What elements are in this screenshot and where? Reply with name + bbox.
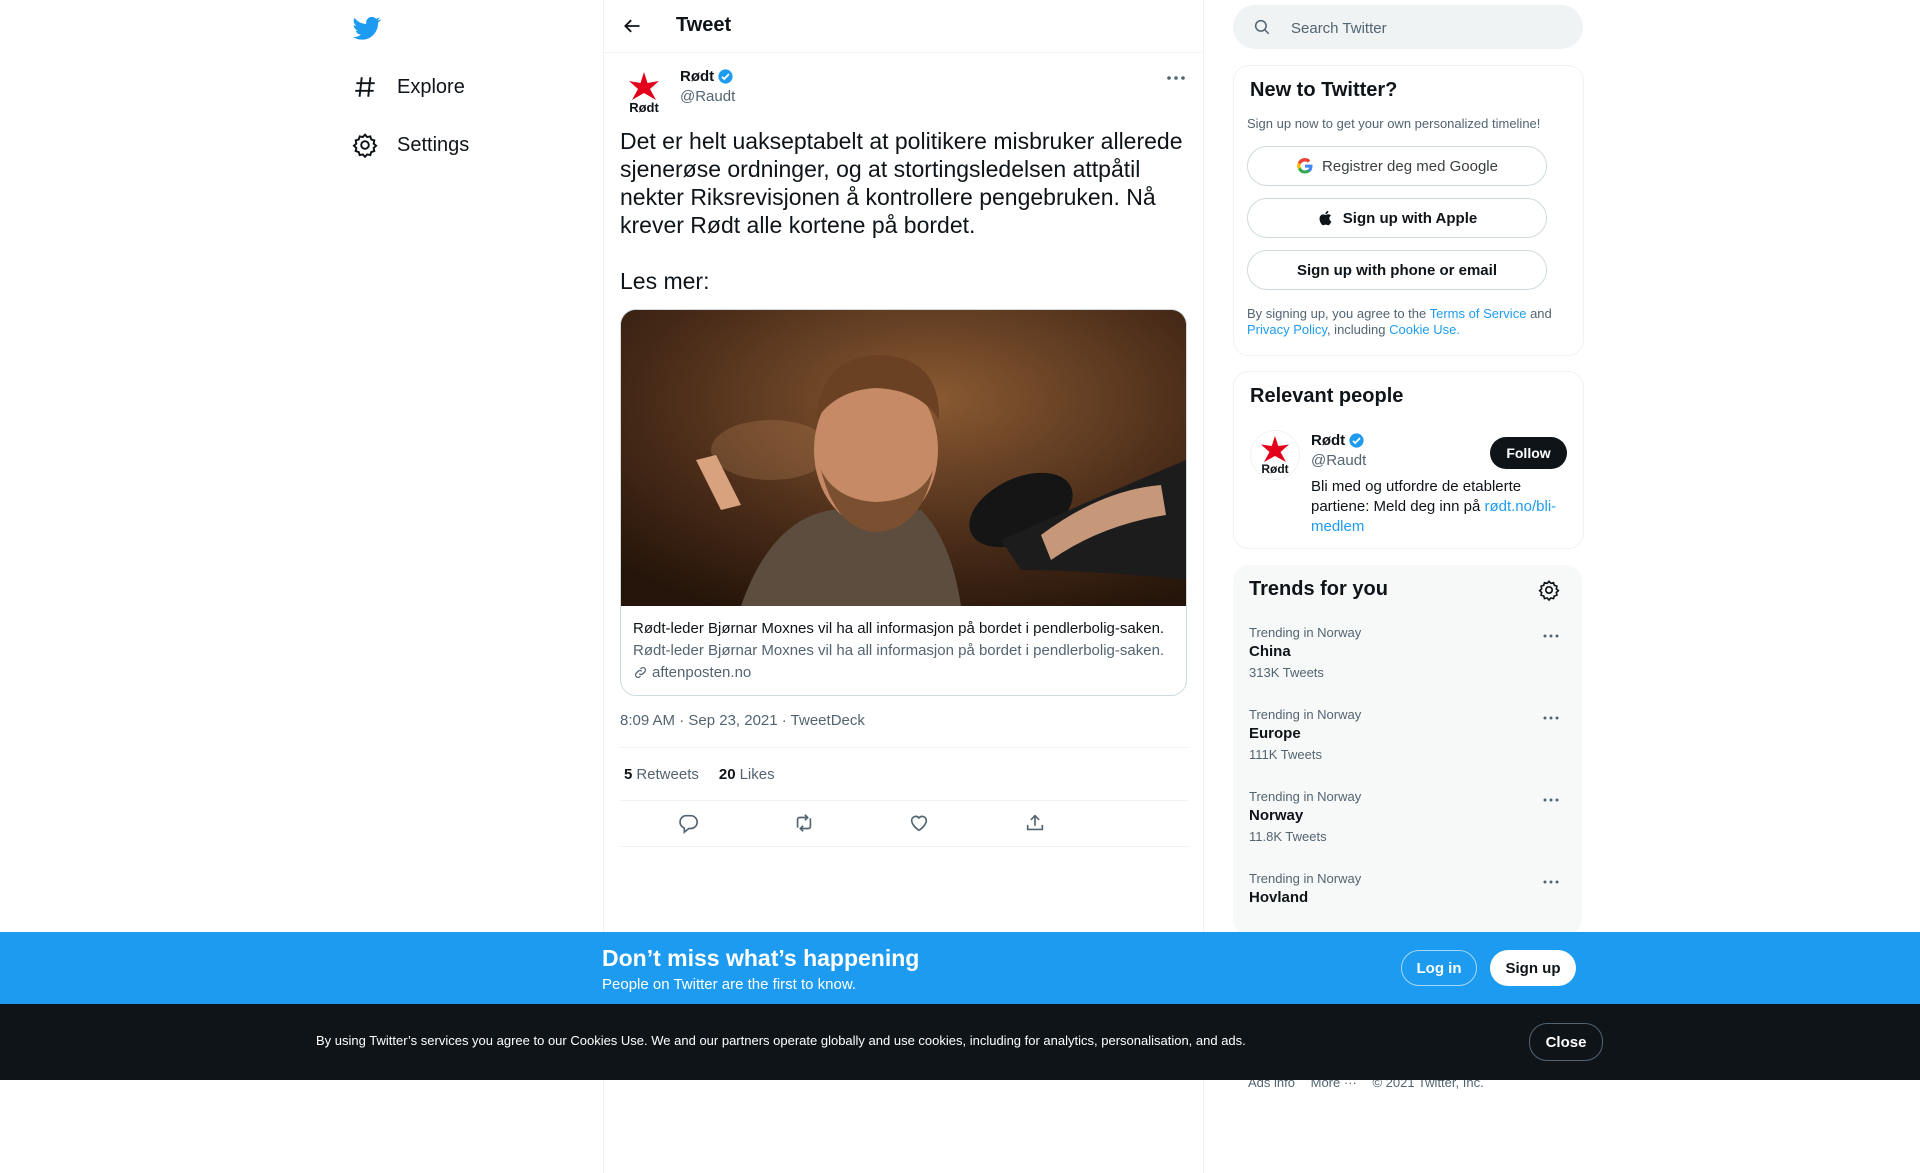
- trend-name: China: [1249, 643, 1291, 660]
- trends-settings-gear-icon[interactable]: [1538, 579, 1560, 601]
- search-box[interactable]: [1233, 5, 1583, 49]
- google-signup-label: Registrer deg med Google: [1322, 157, 1498, 175]
- share-icon[interactable]: [1024, 812, 1046, 834]
- retweets-label[interactable]: Retweets: [636, 766, 699, 783]
- new-to-twitter-panel: New to Twitter? Sign up now to get your …: [1233, 65, 1584, 356]
- author-name-text: Rødt: [680, 68, 715, 85]
- like-icon[interactable]: [908, 812, 930, 834]
- trend-context: Trending in Norway: [1249, 789, 1362, 804]
- search-icon: [1254, 19, 1270, 35]
- author-handle[interactable]: @Raudt: [680, 88, 735, 105]
- nav-item-explore[interactable]: Explore: [352, 74, 465, 100]
- google-icon: [1297, 158, 1313, 174]
- nav-label-settings: Settings: [397, 133, 470, 156]
- tweet-timestamp[interactable]: 8:09 AM · Sep 23, 2021 · TweetDeck: [620, 712, 865, 729]
- follow-button[interactable]: Follow: [1490, 437, 1567, 469]
- trend-more-icon[interactable]: [1541, 629, 1561, 643]
- trend-name: Europe: [1249, 725, 1301, 742]
- google-signup-button[interactable]: Registrer deg med Google: [1247, 146, 1547, 186]
- card-domain-text: aftenposten.no: [652, 664, 752, 681]
- trend-more-icon[interactable]: [1541, 875, 1561, 889]
- relevant-people-panel: Relevant people Rødt Rødt @Raudt Follow …: [1233, 371, 1584, 549]
- terms-link[interactable]: Terms of Service: [1430, 306, 1527, 321]
- legal-including: , including: [1326, 322, 1386, 337]
- apple-signup-label: Sign up with Apple: [1342, 209, 1478, 227]
- trend-more-icon[interactable]: [1541, 711, 1561, 725]
- tweet-text: Det er helt uakseptabelt at politikere m…: [620, 128, 1183, 294]
- trend-name: Norway: [1249, 807, 1304, 824]
- main-header: Tweet: [604, 0, 1203, 53]
- cookie-text: By using Twitter’s services you agree to…: [316, 1033, 1246, 1048]
- trends-title: Trends for you: [1249, 578, 1388, 600]
- relevant-person-handle[interactable]: @Raudt: [1311, 452, 1366, 469]
- relevant-logo-text: Rødt: [1261, 462, 1288, 476]
- link-card[interactable]: Rødt-leder Bjørnar Moxnes vil ha all inf…: [620, 309, 1187, 696]
- trend-context: Trending in Norway: [1249, 707, 1362, 722]
- signup-bar-subtitle: People on Twitter are the first to know.: [602, 976, 857, 993]
- legal-text: By signing up, you agree to the Terms of…: [1247, 306, 1557, 338]
- author-avatar[interactable]: Rødt: [620, 68, 668, 116]
- signup-bar: Don’t miss what’s happening People on Tw…: [0, 932, 1920, 1004]
- logo-text: Rødt: [629, 100, 659, 115]
- verified-badge-icon: [718, 69, 733, 84]
- apple-icon: [1319, 210, 1332, 226]
- card-title: Rødt-leder Bjørnar Moxnes vil ha all inf…: [633, 620, 1165, 637]
- trend-context: Trending in Norway: [1249, 871, 1362, 886]
- trend-item[interactable]: Trending in Norway Europe 111K Tweets: [1233, 707, 1582, 789]
- reply-icon[interactable]: [677, 812, 699, 834]
- verified-badge-icon: [1349, 433, 1364, 448]
- gear-icon: [352, 133, 378, 158]
- signup-subtitle: Sign up now to get your own personalized…: [1247, 116, 1541, 131]
- privacy-link[interactable]: Privacy Policy: [1247, 322, 1327, 337]
- likes-count[interactable]: 20: [719, 766, 736, 783]
- tweet-stats: 5 Retweets 20 Likes: [620, 747, 1189, 801]
- hashtag-icon: [355, 77, 375, 97]
- retweet-icon[interactable]: [793, 812, 815, 834]
- trend-count: 111K Tweets: [1249, 747, 1322, 762]
- trends-panel: Trends for you Trending in Norway China …: [1233, 565, 1582, 935]
- likes-label[interactable]: Likes: [740, 766, 775, 783]
- cookie-link[interactable]: Cookie Use.: [1389, 322, 1460, 337]
- back-arrow-icon[interactable]: [622, 16, 642, 36]
- trend-item[interactable]: Trending in Norway China 313K Tweets: [1233, 625, 1582, 707]
- card-domain: aftenposten.no: [633, 664, 751, 681]
- trend-more-icon[interactable]: [1541, 793, 1561, 807]
- new-to-twitter-title: New to Twitter?: [1250, 79, 1398, 101]
- relevant-person-avatar[interactable]: Rødt: [1250, 430, 1300, 480]
- phone-email-signup-button[interactable]: Sign up with phone or email: [1247, 250, 1547, 290]
- relevant-people-title: Relevant people: [1250, 385, 1404, 407]
- more-options-icon[interactable]: [1164, 70, 1188, 86]
- card-description: Rødt-leder Bjørnar Moxnes vil ha all inf…: [633, 642, 1165, 659]
- author-name[interactable]: Rødt: [680, 68, 734, 85]
- signup-bar-title: Don’t miss what’s happening: [602, 945, 920, 971]
- card-image: [621, 310, 1186, 606]
- trend-context: Trending in Norway: [1249, 625, 1362, 640]
- tweet-actions: [620, 800, 1189, 847]
- legal-prefix: By signing up, you agree to the: [1247, 306, 1427, 321]
- cookie-bar: By using Twitter’s services you agree to…: [0, 1004, 1920, 1080]
- page-title: Tweet: [676, 14, 732, 36]
- apple-signup-button[interactable]: Sign up with Apple: [1247, 198, 1547, 238]
- search-input[interactable]: [1289, 17, 1563, 39]
- link-icon: [635, 667, 646, 678]
- signup-button[interactable]: Sign up: [1490, 950, 1576, 986]
- relevant-person-name[interactable]: Rødt: [1311, 432, 1365, 449]
- twitter-logo-icon[interactable]: [352, 14, 382, 42]
- relevant-person-bio: Bli med og utfordre de etablerte partien…: [1311, 477, 1571, 537]
- cookie-close-button[interactable]: Close: [1529, 1023, 1603, 1061]
- retweets-count[interactable]: 5: [624, 766, 632, 783]
- trend-count: 11.8K Tweets: [1249, 829, 1327, 844]
- nav-label-explore: Explore: [397, 75, 465, 98]
- trend-item[interactable]: Trending in Norway Norway 11.8K Tweets: [1233, 789, 1582, 871]
- trend-count: 313K Tweets: [1249, 665, 1324, 680]
- login-button[interactable]: Log in: [1401, 950, 1477, 986]
- phone-email-signup-label: Sign up with phone or email: [1296, 261, 1497, 279]
- relevant-person-name-text: Rødt: [1311, 432, 1346, 449]
- legal-and: and: [1530, 306, 1552, 321]
- trend-name: Hovland: [1249, 889, 1309, 906]
- nav-item-settings[interactable]: Settings: [352, 132, 469, 158]
